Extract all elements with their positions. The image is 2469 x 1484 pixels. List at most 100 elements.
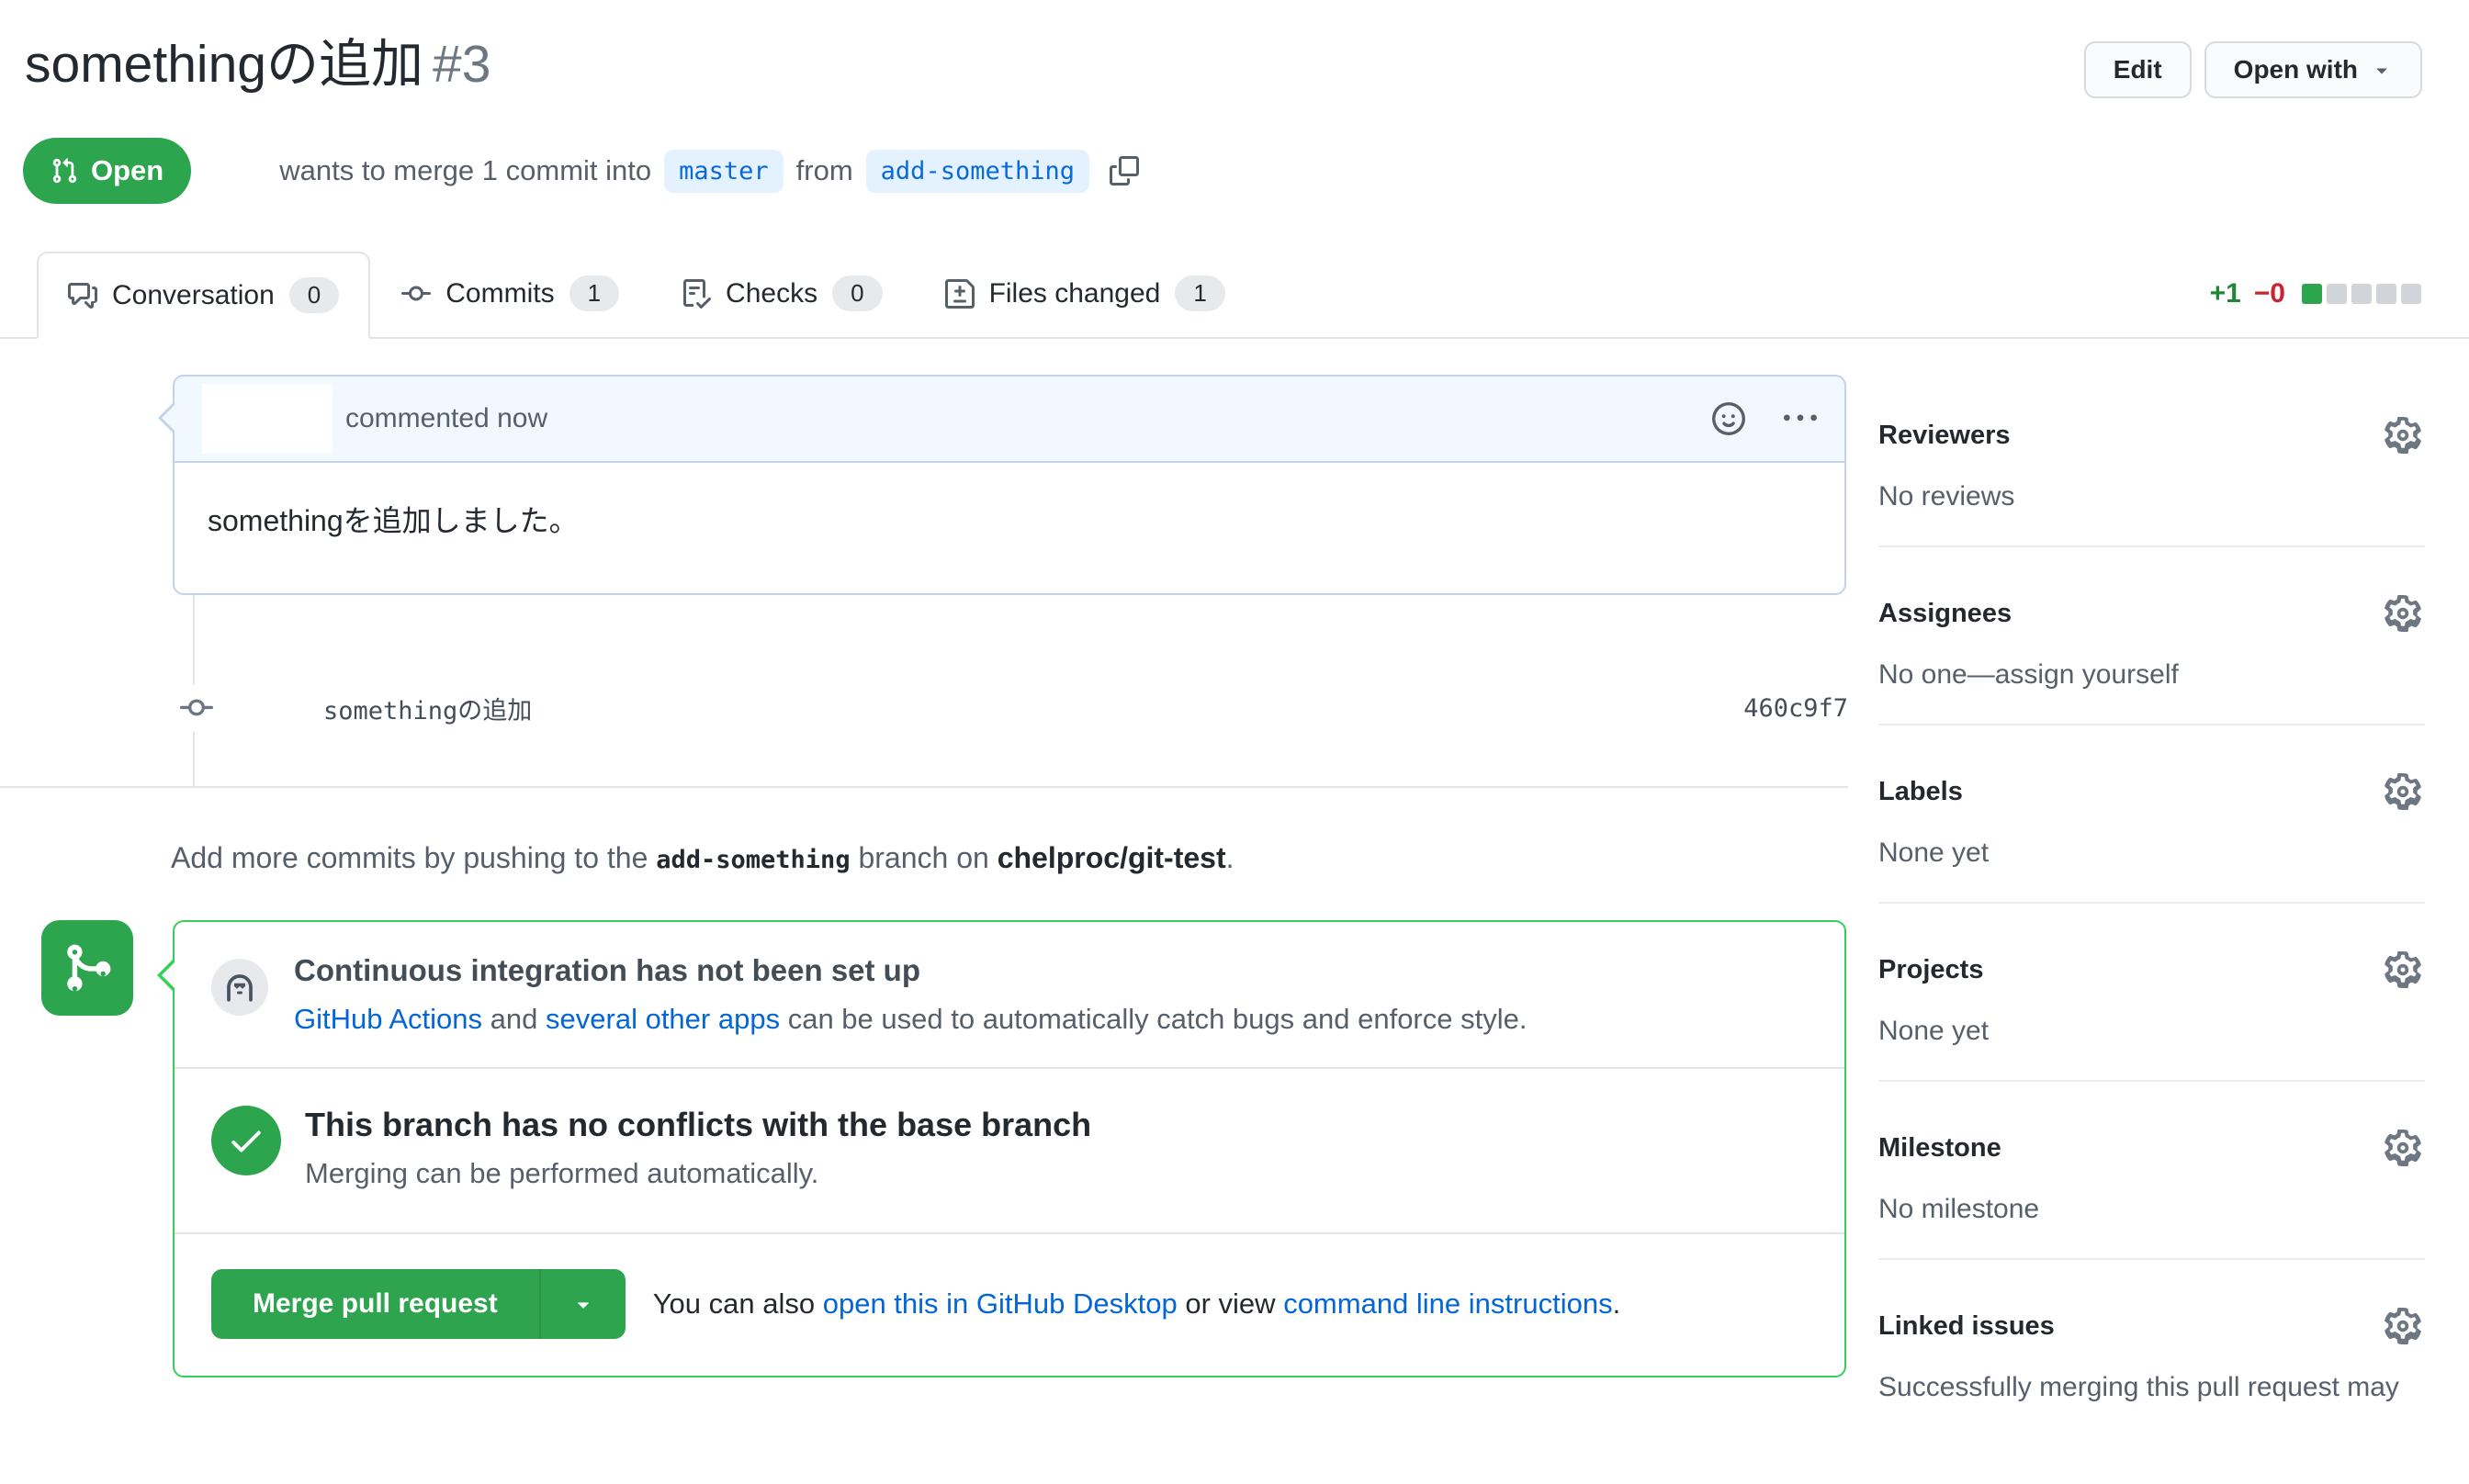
triangle-down-icon <box>571 1292 595 1316</box>
pr-merge-summary: wants to merge 1 commit into master from… <box>279 150 1139 193</box>
header-actions: Edit Open with <box>2084 41 2422 98</box>
assignees-content: No one—assign yourself <box>1878 659 2425 691</box>
linked-issues-title: Linked issues <box>1878 1311 2055 1342</box>
push-hint-repo: chelproc/git-test <box>998 841 1226 874</box>
timeline-divider <box>0 786 1848 788</box>
comment-header-text: commented now <box>345 403 547 434</box>
sidebar-section-labels: Labels None yet <box>1878 773 2425 904</box>
redacted-username <box>202 384 333 454</box>
sidebar-section-reviewers: Reviewers No reviews <box>1878 417 2425 547</box>
gear-icon[interactable] <box>2384 417 2421 454</box>
command-line-link[interactable]: command line instructions <box>1283 1287 1612 1320</box>
tab-checks[interactable]: Checks 0 <box>650 250 914 337</box>
tab-checks-count: 0 <box>832 275 882 311</box>
pr-state-label: Open <box>91 154 163 187</box>
sidebar-section-linked-issues: Linked issues Successfully merging this … <box>1878 1308 2425 1436</box>
tab-files-changed[interactable]: Files changed 1 <box>914 250 1257 337</box>
period-text: . <box>1613 1287 1621 1320</box>
assignees-title: Assignees <box>1878 599 2012 629</box>
milestone-content: No milestone <box>1878 1194 2425 1225</box>
smiley-icon[interactable] <box>1712 402 1745 435</box>
bot-avatar-icon <box>211 959 268 1016</box>
merge-button-group: Merge pull request <box>211 1269 626 1339</box>
merge-options-dropdown[interactable] <box>539 1269 626 1339</box>
copy-branch-icon[interactable] <box>1110 156 1139 186</box>
merge-summary-text: wants to merge 1 commit into <box>279 154 651 187</box>
merge-pull-request-button[interactable]: Merge pull request <box>211 1269 539 1339</box>
diffstat-block-added <box>2302 284 2322 304</box>
sidebar-section-milestone: Milestone No milestone <box>1878 1130 2425 1260</box>
mergeable-section: This branch has no conflicts with the ba… <box>175 1069 1844 1234</box>
sidebar-section-assignees: Assignees No one—assign yourself <box>1878 595 2425 725</box>
tab-commits[interactable]: Commits 1 <box>370 250 650 337</box>
kebab-horizontal-icon[interactable] <box>1784 402 1817 435</box>
linked-issues-content: Successfully merging this pull request m… <box>1878 1372 2425 1403</box>
tab-commits-label: Commits <box>445 278 554 309</box>
ci-and-word: and <box>490 1003 538 1035</box>
open-with-button[interactable]: Open with <box>2204 41 2422 98</box>
tab-files-changed-count: 1 <box>1175 275 1224 311</box>
base-branch-label[interactable]: master <box>664 150 784 193</box>
tab-conversation-count: 0 <box>289 277 339 313</box>
milestone-title: Milestone <box>1878 1133 2001 1164</box>
merge-alternatives-text: You can also open this in GitHub Desktop… <box>653 1287 1620 1321</box>
github-desktop-link[interactable]: open this in GitHub Desktop <box>823 1287 1178 1320</box>
comment-header-actions <box>1712 402 1817 435</box>
tab-commits-count: 1 <box>569 275 619 311</box>
also-pre-text: You can also <box>653 1287 815 1320</box>
diffstat-block-neutral <box>2401 284 2421 304</box>
tab-conversation-label: Conversation <box>112 280 275 311</box>
diffstat-deletions: −0 <box>2254 278 2285 309</box>
projects-content: None yet <box>1878 1016 2425 1047</box>
file-diff-icon <box>945 279 975 309</box>
git-merge-icon <box>41 920 133 1016</box>
gear-icon[interactable] <box>2384 773 2421 810</box>
pr-number: #3 <box>433 35 490 94</box>
or-view-text: or view <box>1185 1287 1275 1320</box>
gear-icon[interactable] <box>2384 595 2421 632</box>
tab-conversation[interactable]: Conversation 0 <box>37 252 370 339</box>
assignees-no-one-text: No one— <box>1878 659 1995 690</box>
pr-meta-row: Open wants to merge 1 commit into master… <box>23 138 1139 204</box>
ci-rest-text: can be used to automatically catch bugs … <box>788 1003 1528 1035</box>
merge-action-section: Merge pull request You can also open thi… <box>175 1234 1844 1376</box>
other-apps-link[interactable]: several other apps <box>546 1003 780 1035</box>
assign-yourself-link[interactable]: assign yourself <box>1995 659 2179 690</box>
no-conflicts-subtitle: Merging can be performed automatically. <box>305 1157 1091 1190</box>
pr-sidebar: Reviewers No reviews Assignees No one—as… <box>1878 402 2425 1484</box>
head-branch-label[interactable]: add-something <box>866 150 1089 193</box>
pr-description-comment: commented now somethingを追加しました。 <box>173 375 1846 595</box>
push-hint-pre: Add more commits by pushing to the <box>171 841 648 874</box>
diffstat-block-neutral <box>2327 284 2347 304</box>
sidebar-section-projects: Projects None yet <box>1878 951 2425 1082</box>
gear-icon[interactable] <box>2384 1308 2421 1344</box>
commit-message-link[interactable]: somethingの追加 <box>323 691 532 726</box>
from-word: from <box>796 154 853 187</box>
gear-icon[interactable] <box>2384 951 2421 988</box>
check-icon <box>211 1106 281 1175</box>
diffstat-block-neutral <box>2376 284 2396 304</box>
diffstat-block-neutral <box>2351 284 2372 304</box>
redacted-author-name <box>191 148 279 194</box>
open-with-button-label: Open with <box>2234 55 2358 84</box>
edit-button[interactable]: Edit <box>2084 41 2192 98</box>
github-actions-link[interactable]: GitHub Actions <box>294 1003 482 1035</box>
diffstat-blocks <box>2302 284 2421 304</box>
commit-row: somethingの追加 460c9f7 <box>0 678 1848 738</box>
ci-subtitle: GitHub Actions and several other apps ca… <box>294 1003 1527 1036</box>
pr-title-text: somethingの追加 <box>25 35 423 94</box>
diffstat: +1 −0 <box>2210 278 2421 309</box>
projects-title: Projects <box>1878 955 1983 985</box>
git-commit-icon <box>401 279 431 309</box>
labels-content: None yet <box>1878 838 2425 869</box>
page-title: somethingの追加#3 <box>25 22 490 97</box>
checklist-icon <box>682 279 711 309</box>
reviewers-title: Reviewers <box>1878 421 2011 451</box>
gear-icon[interactable] <box>2384 1130 2421 1166</box>
triangle-down-icon <box>2371 59 2393 81</box>
tab-files-changed-label: Files changed <box>989 278 1161 309</box>
push-hint-mid: branch on <box>858 841 988 874</box>
tab-checks-label: Checks <box>726 278 817 309</box>
ci-title: Continuous integration has not been set … <box>294 953 1527 988</box>
commit-sha-link[interactable]: 460c9f7 <box>1743 694 1848 723</box>
